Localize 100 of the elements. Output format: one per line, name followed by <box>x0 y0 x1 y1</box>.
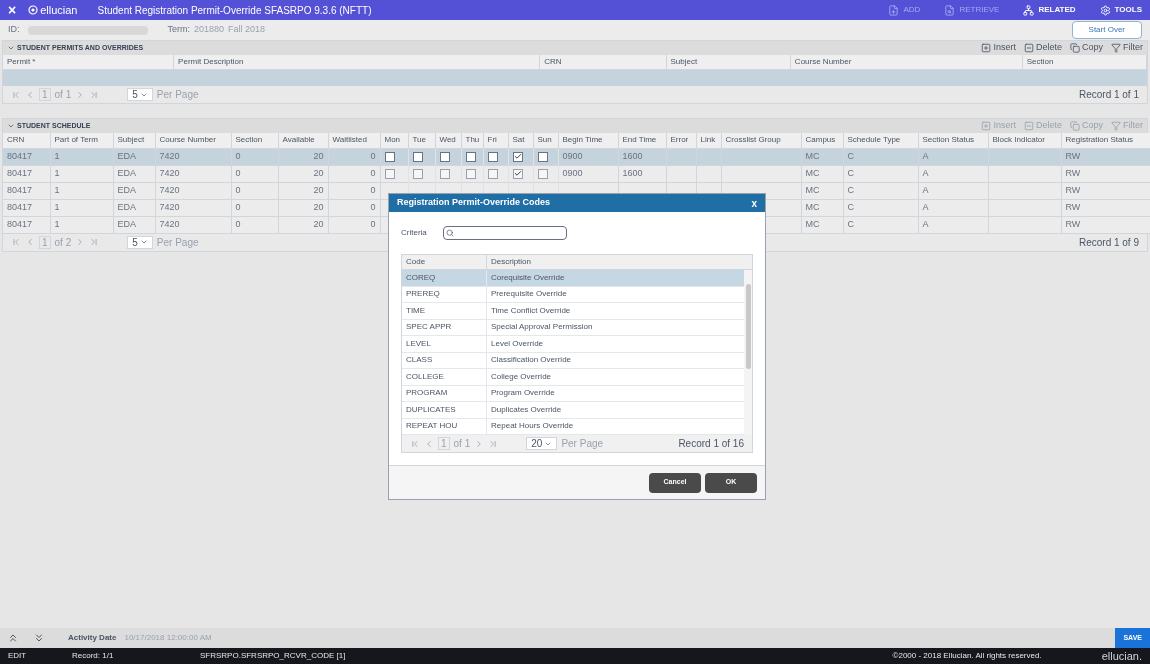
toolbar-button[interactable]: Insert <box>981 41 1016 55</box>
column-header[interactable]: Section <box>1022 55 1147 69</box>
day-checkbox[interactable] <box>439 168 450 179</box>
code-row[interactable]: LEVEL Level Override <box>402 336 744 353</box>
day-checkbox[interactable] <box>487 168 498 179</box>
column-header[interactable]: Mon <box>380 133 408 148</box>
scrollbar[interactable] <box>744 270 752 435</box>
column-header[interactable]: Code <box>402 255 487 269</box>
column-header[interactable]: Registration Status <box>1061 133 1150 148</box>
header-action[interactable]: RELATED <box>1023 4 1076 16</box>
criteria-search-field[interactable] <box>442 226 567 240</box>
column-header[interactable]: Available <box>278 133 328 148</box>
related-icon <box>1023 4 1035 16</box>
per-page-select[interactable]: 20 <box>526 437 558 450</box>
table-cell: 1 <box>54 184 60 195</box>
previous-page-icon[interactable] <box>25 89 35 100</box>
start-over-button[interactable]: Start Over <box>1071 21 1142 39</box>
table-cell: 20 <box>313 150 324 161</box>
column-header[interactable]: Crosslist Group <box>721 133 801 148</box>
day-checkbox[interactable] <box>537 168 548 179</box>
last-page-icon[interactable] <box>89 237 100 247</box>
close-button[interactable]: × <box>8 3 17 17</box>
table-cell: 1 <box>54 167 60 178</box>
header-action[interactable]: TOOLS <box>1099 4 1142 16</box>
day-checkbox[interactable] <box>439 151 450 162</box>
column-header[interactable]: Course Number <box>790 55 1023 69</box>
column-header[interactable]: Part of Term <box>50 133 113 148</box>
column-header[interactable]: Begin Time <box>558 133 618 148</box>
code-row[interactable]: TIME Time Conflict Override <box>402 303 744 320</box>
day-checkbox[interactable] <box>512 168 523 179</box>
collapse-icon[interactable] <box>7 122 15 130</box>
code-row[interactable]: COREQ Corequisite Override <box>402 270 744 287</box>
table-cell: 0 <box>370 201 376 212</box>
table-cell: 0900 <box>562 167 583 178</box>
column-header[interactable]: Campus <box>801 133 843 148</box>
per-page-select[interactable]: 5 <box>127 88 153 101</box>
day-checkbox[interactable] <box>537 151 548 162</box>
column-header[interactable]: Block Indicator <box>988 133 1061 148</box>
column-header[interactable]: Link <box>696 133 721 148</box>
scroll-bottom-icon[interactable] <box>33 632 45 644</box>
table-cell: RW <box>1065 201 1081 212</box>
collapse-icon[interactable] <box>7 44 15 52</box>
day-checkbox[interactable] <box>465 168 476 179</box>
last-page-icon[interactable] <box>89 89 100 100</box>
table-cell: A <box>922 201 929 212</box>
table-cell: 1 <box>54 201 60 212</box>
column-header[interactable]: Section Status <box>918 133 988 148</box>
last-page-icon[interactable] <box>488 438 499 449</box>
table-cell: A <box>922 167 929 178</box>
previous-page-icon[interactable] <box>25 237 35 247</box>
column-header[interactable]: Sat <box>508 133 533 148</box>
column-header[interactable]: End Time <box>618 133 666 148</box>
day-checkbox[interactable] <box>384 168 395 179</box>
day-checkbox[interactable] <box>487 151 498 162</box>
table-cell: 0 <box>235 150 241 161</box>
day-checkbox[interactable] <box>384 151 395 162</box>
column-header[interactable]: CRN <box>3 133 50 148</box>
table-cell: A <box>922 218 929 229</box>
day-checkbox[interactable] <box>465 151 476 162</box>
day-checkbox[interactable] <box>412 151 423 162</box>
code-row[interactable]: DUPLICATES Duplicates Override <box>402 402 744 419</box>
first-page-icon[interactable] <box>410 438 420 449</box>
page-count: of 1 <box>54 88 72 102</box>
table-cell: 0 <box>370 167 376 178</box>
first-page-icon[interactable] <box>11 89 21 100</box>
column-header[interactable]: Schedule Type <box>843 133 918 148</box>
table-cell: EDA <box>117 167 136 178</box>
day-checkbox[interactable] <box>412 168 423 179</box>
column-header[interactable]: Section <box>231 133 278 148</box>
code-cell: CLASS <box>406 354 433 367</box>
column-header[interactable]: Description <box>487 255 535 269</box>
first-page-icon[interactable] <box>11 237 21 247</box>
column-header[interactable]: Error <box>666 133 696 148</box>
previous-page-icon[interactable] <box>424 438 434 449</box>
scroll-top-icon[interactable] <box>7 632 19 644</box>
column-header[interactable]: Wed <box>435 133 461 148</box>
column-header[interactable]: Subject <box>666 55 791 69</box>
column-header[interactable]: Thu <box>461 133 483 148</box>
toolbar-button[interactable]: Filter <box>1111 41 1143 55</box>
column-header[interactable]: Waitlisted <box>328 133 380 148</box>
table-cell: 80417 <box>7 167 33 178</box>
toolbar-button[interactable]: Copy <box>1070 41 1103 55</box>
column-header[interactable]: Tue <box>408 133 435 148</box>
column-header[interactable]: CRN <box>540 55 667 69</box>
record-text: Record: 1/1 <box>72 650 115 662</box>
table-cell: 7420 <box>159 167 180 178</box>
day-checkbox[interactable] <box>512 151 523 162</box>
brand-logo: ellucian. <box>1101 648 1142 664</box>
column-header[interactable]: Course Number <box>155 133 231 148</box>
column-header[interactable]: Subject <box>113 133 155 148</box>
code-row[interactable]: COLLEGE College Override <box>402 369 744 386</box>
column-header[interactable]: Sun <box>533 133 558 148</box>
toolbar-button[interactable]: Delete <box>1023 41 1062 55</box>
table-cell: 0 <box>370 218 376 229</box>
column-header[interactable]: Permit * <box>3 55 175 69</box>
per-page-select[interactable]: 5 <box>127 235 153 249</box>
code-cell: SPEC APPR <box>406 321 452 334</box>
column-header[interactable]: Permit Description <box>174 55 541 69</box>
column-header[interactable]: Fri <box>483 133 508 148</box>
table-cell: A <box>922 184 929 195</box>
